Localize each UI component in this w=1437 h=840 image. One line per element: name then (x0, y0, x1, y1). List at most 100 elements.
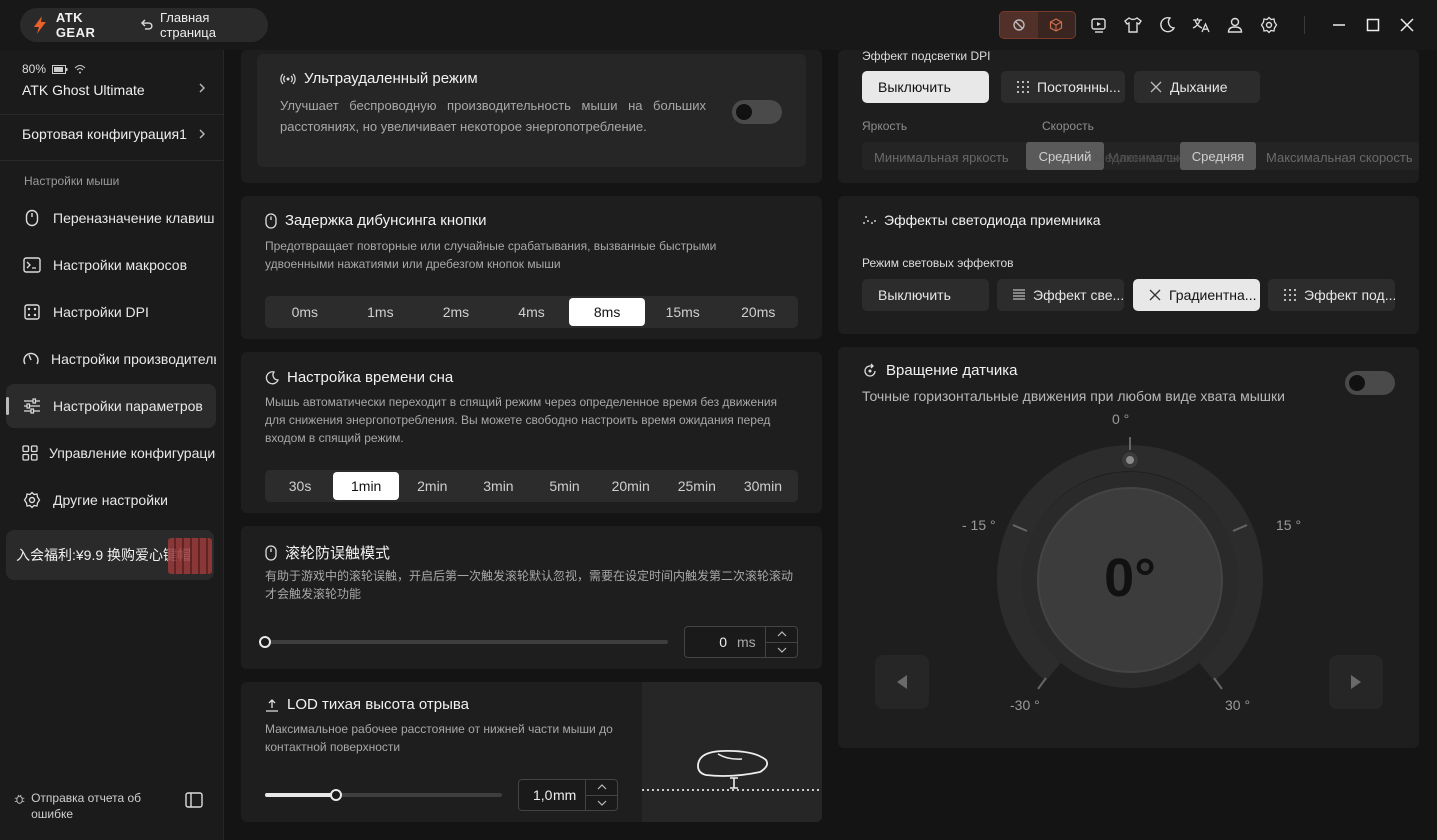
debounce-option[interactable]: 4ms (494, 298, 570, 326)
translate-icon[interactable] (1190, 13, 1212, 37)
bug-report-button[interactable]: Отправка отчета об ошибке (14, 790, 154, 822)
dpi-light-constant-button[interactable]: Постоянны... (1001, 71, 1125, 103)
receiver-gradient-button[interactable]: Градиентна... (1133, 279, 1260, 311)
sleep-option[interactable]: 30s (267, 472, 333, 500)
home-label: Главная страница (159, 10, 216, 40)
chevron-down-icon[interactable] (586, 796, 617, 811)
wheel-stepper (765, 627, 797, 657)
shirt-icon[interactable] (1122, 13, 1144, 37)
sidebar-item-dpi[interactable]: Настройки DPI (6, 290, 216, 334)
triangle-left-icon (897, 675, 907, 689)
speed-mid-option[interactable]: Средняя (1180, 142, 1256, 170)
debounce-title: Задержка дибунсинга кнопки (265, 212, 487, 229)
close-icon[interactable] (1396, 13, 1418, 37)
bug-report-label: Отправка отчета об ошибке (31, 791, 142, 821)
battery-icon (52, 64, 68, 74)
sidebar-item-label: Настройки производительности (51, 351, 216, 367)
wheel-slider[interactable] (259, 636, 668, 648)
sleep-option[interactable]: 2min (399, 472, 465, 500)
lod-slider[interactable] (265, 789, 502, 801)
chevron-down-icon[interactable] (766, 643, 797, 658)
sleep-option[interactable]: 5min (532, 472, 598, 500)
sidebar-item-other[interactable]: Другие настройки (6, 478, 216, 522)
user-icon[interactable] (1224, 13, 1246, 37)
rotate-right-button[interactable] (1329, 655, 1383, 709)
dpi-light-breath-button[interactable]: Дыхание (1134, 71, 1260, 103)
debounce-option[interactable]: 20ms (720, 298, 796, 326)
sleep-option-selected[interactable]: 1min (333, 472, 400, 500)
receiver-light-button[interactable]: Эффект све... (997, 279, 1124, 311)
logo-pill[interactable]: ATK GEAR Главная страница (20, 8, 268, 42)
ultra-mode-label: Ультраудаленный режим (304, 70, 478, 87)
debounce-option-selected[interactable]: 8ms (569, 298, 645, 326)
lod-number-input[interactable]: 1,0 mm (518, 779, 618, 811)
dpi-light-off-button[interactable]: Выключить (862, 71, 989, 103)
wheel-number-input[interactable]: 0 ms (684, 626, 798, 658)
lod-unit: mm (553, 787, 577, 803)
chevron-up-icon[interactable] (586, 780, 617, 796)
terminal-icon (22, 257, 42, 273)
gear-icon[interactable] (1258, 13, 1280, 37)
sensor-rotation-card: Вращение датчика Точные горизонтальные д… (838, 347, 1419, 748)
device-selector[interactable]: 80% ATK Ghost Ultimate (22, 62, 212, 98)
sleep-option[interactable]: 3min (465, 472, 531, 500)
sidebar-item-performance[interactable]: Настройки производительности (6, 337, 216, 381)
minimize-icon[interactable] (1328, 13, 1350, 37)
mode-toggle[interactable] (999, 11, 1076, 39)
receiver-effect-button[interactable]: Эффект под... (1268, 279, 1395, 311)
board-config-selector[interactable]: Бортовая конфигурация1 (22, 126, 212, 142)
mouse-lift-illustration-icon (642, 750, 822, 791)
chevron-up-icon[interactable] (766, 627, 797, 643)
receiver-off-label: Выключить (878, 287, 951, 303)
sidebar-item-config-manage[interactable]: Управление конфигурацией (6, 431, 216, 475)
sleep-option[interactable]: 20min (598, 472, 664, 500)
ultra-mode-toggle[interactable] (732, 100, 782, 124)
block-icon[interactable] (1000, 12, 1038, 38)
tick-label-minus30: -30 ° (1010, 697, 1040, 713)
debounce-option[interactable]: 15ms (645, 298, 721, 326)
brightness-mid-option[interactable]: Средний (1026, 142, 1104, 170)
brightness-min-option[interactable]: Минимальная яркость (874, 150, 1009, 165)
debounce-option[interactable]: 2ms (418, 298, 494, 326)
lod-desc: Максимальное рабочее расстояние от нижне… (265, 722, 613, 754)
debounce-option[interactable]: 1ms (343, 298, 419, 326)
cube-icon[interactable] (1038, 12, 1076, 38)
moon-icon[interactable] (1156, 13, 1178, 37)
lod-card: LOD тихая высота отрыва Максимальное раб… (241, 682, 822, 822)
bolt-logo-icon (33, 16, 46, 34)
sidebar-collapse-icon[interactable] (185, 792, 203, 808)
sleep-option[interactable]: 25min (664, 472, 730, 500)
sidebar-item-key-remap[interactable]: Переназначение клавиш (6, 196, 216, 240)
sidebar: 80% ATK Ghost Ultimate Бортовая конфигур… (0, 50, 224, 840)
video-icon[interactable] (1088, 13, 1110, 37)
sidebar-nav: Переназначение клавиш Настройки макросов… (6, 196, 216, 525)
receiver-off-button[interactable]: Выключить (862, 279, 989, 311)
receiver-light-label: Эффект све... (1033, 287, 1124, 303)
wifi-icon (74, 65, 86, 74)
mouse-icon (22, 209, 42, 227)
lod-slider-knob[interactable] (330, 789, 342, 801)
sleep-card: Настройка времени сна Мышь автоматически… (241, 352, 822, 513)
debounce-option[interactable]: 0ms (267, 298, 343, 326)
sleep-title: Настройка времени сна (265, 369, 453, 386)
sleep-option[interactable]: 30min (730, 472, 796, 500)
home-button[interactable]: Главная страница (140, 10, 268, 40)
speed-max-option[interactable]: Максимальная скорость (1266, 150, 1413, 165)
ultra-mode-title: Ультраудаленный режим (280, 70, 478, 87)
speed-label: Скорость (1042, 119, 1094, 133)
tick-label-15: 15 ° (1276, 517, 1302, 533)
gauge-icon (22, 350, 40, 368)
lod-value: 1,0 (533, 787, 553, 803)
promo-text: 入会福利:¥9.9 换购爱心键帽 (16, 547, 192, 563)
sidebar-item-label: Другие настройки (53, 492, 168, 508)
rotate-left-button[interactable] (875, 655, 929, 709)
sidebar-item-parameters[interactable]: Настройки параметров (6, 384, 216, 428)
debounce-card: Задержка дибунсинга кнопки Предотвращает… (241, 196, 822, 339)
wheel-slider-knob[interactable] (259, 636, 271, 648)
dots-grid-icon (1017, 81, 1029, 93)
wheel-value: 0 (719, 634, 727, 650)
triangle-right-icon (1351, 675, 1361, 689)
promo-banner[interactable]: 入会福利:¥9.9 换购爱心键帽 (6, 530, 214, 580)
sidebar-item-macros[interactable]: Настройки макросов (6, 243, 216, 287)
maximize-icon[interactable] (1362, 13, 1384, 37)
